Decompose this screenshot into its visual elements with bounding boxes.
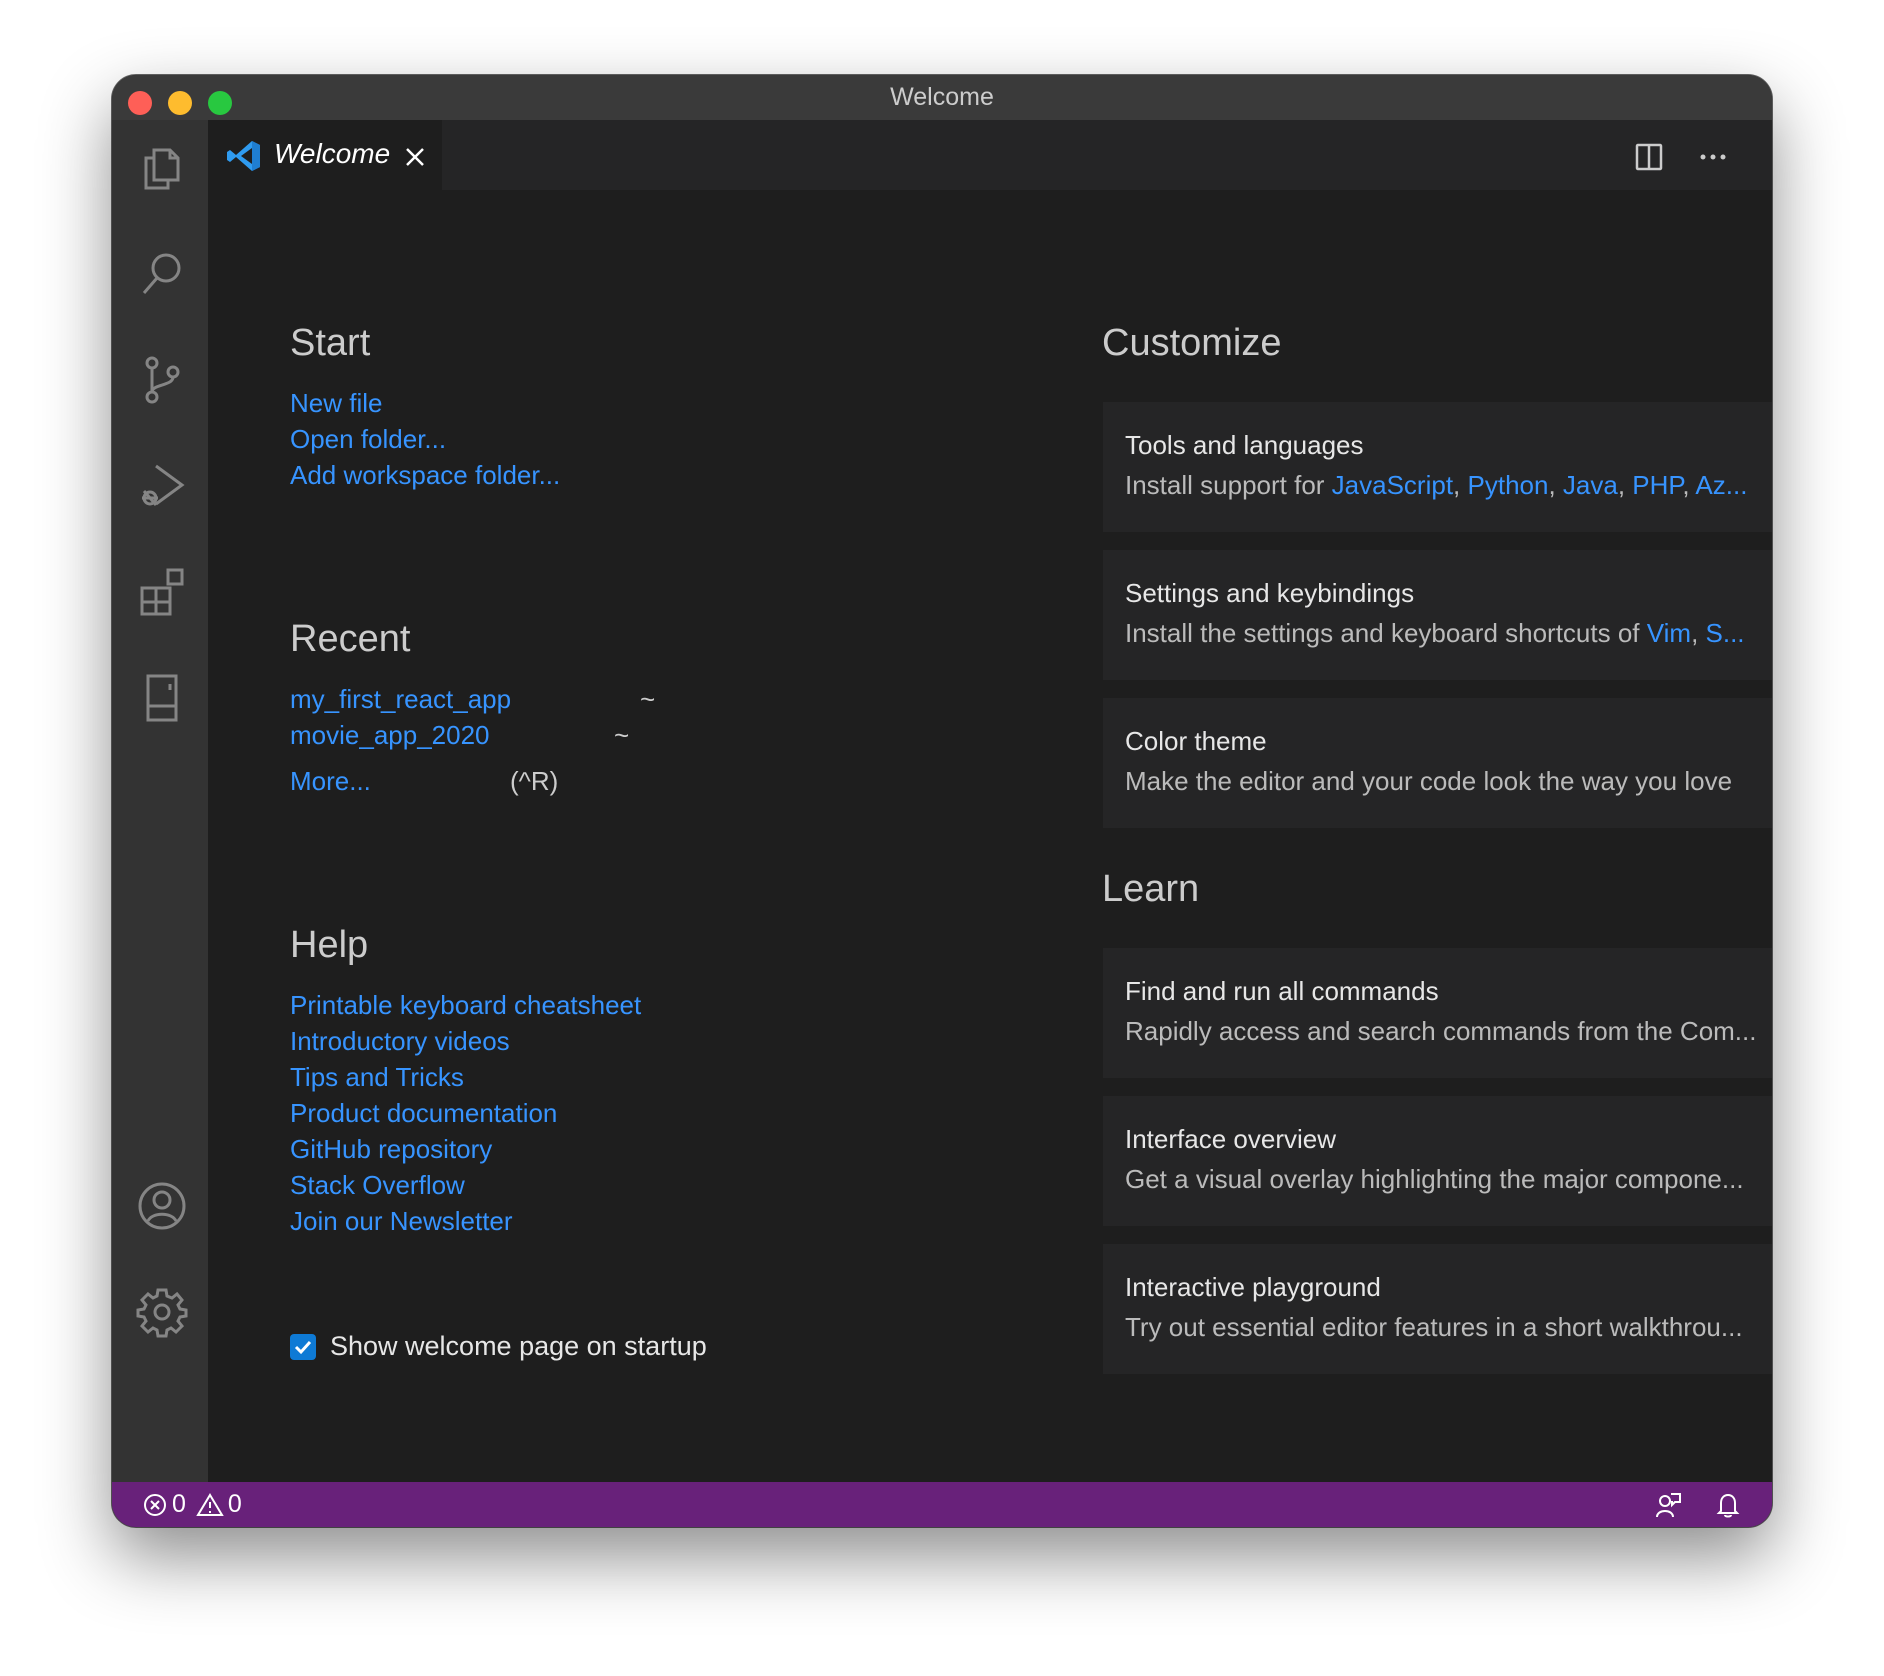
startup-checkbox[interactable]: [290, 1333, 316, 1360]
sublime-link[interactable]: S...: [1706, 618, 1745, 648]
recent-item-link[interactable]: my_first_react_app: [290, 684, 511, 715]
card-title: Interface overview: [1125, 1124, 1336, 1154]
extensions-button[interactable]: [136, 566, 188, 618]
search-icon: [142, 253, 181, 294]
close-window-button[interactable]: [128, 91, 152, 115]
activity-bar: [112, 120, 208, 1482]
startup-checkbox-label: Show welcome page on startup: [330, 1331, 707, 1361]
feedback-icon[interactable]: [1654, 1491, 1682, 1519]
learn-card-playground[interactable]: Interactive playground Try out essential…: [1103, 1244, 1772, 1374]
account-icon: [138, 1182, 186, 1230]
check-icon: [294, 1340, 312, 1354]
customize-card-tools[interactable]: Tools and languages Install support for …: [1103, 402, 1772, 532]
card-description: Try out essential editor features in a s…: [1125, 1312, 1743, 1342]
error-icon: [144, 1493, 166, 1516]
welcome-page: Start New file Open folder... Add worksp…: [208, 190, 1772, 1482]
help-link-videos[interactable]: Introductory videos: [290, 1026, 510, 1057]
minimize-window-button[interactable]: [168, 91, 192, 115]
help-link-cheatsheet[interactable]: Printable keyboard cheatsheet: [290, 990, 641, 1021]
source-control-icon: [145, 356, 180, 404]
learn-card-commands[interactable]: Find and run all commands Rapidly access…: [1103, 948, 1772, 1078]
card-title: Settings and keybindings: [1125, 578, 1415, 608]
files-icon: [144, 148, 180, 190]
recent-item-link[interactable]: movie_app_2020: [290, 720, 490, 751]
vscode-logo-icon: [227, 141, 260, 171]
problems-status[interactable]: 0 0: [142, 1490, 242, 1519]
vim-link[interactable]: Vim: [1647, 618, 1691, 648]
help-heading: Help: [290, 924, 369, 966]
help-link-stackoverflow[interactable]: Stack Overflow: [290, 1170, 465, 1201]
learn-card-interface[interactable]: Interface overview Get a visual overlay …: [1103, 1096, 1772, 1226]
help-link-newsletter[interactable]: Join our Newsletter: [290, 1206, 513, 1237]
open-folder-link[interactable]: Open folder...: [290, 424, 446, 455]
card-description: Make the editor and your code look the w…: [1125, 766, 1733, 796]
tab-label: Welcome: [274, 138, 391, 169]
recent-item-path: ~: [614, 720, 630, 750]
run-debug-button[interactable]: [136, 460, 188, 512]
help-link-docs[interactable]: Product documentation: [290, 1098, 557, 1129]
azure-link[interactable]: Az...: [1695, 470, 1747, 500]
card-desc-text: Install the settings and keyboard shortc…: [1125, 618, 1647, 648]
help-link-github[interactable]: GitHub repository: [290, 1134, 492, 1165]
python-link[interactable]: Python: [1468, 470, 1549, 500]
vscode-window: Welcome Welcome Start New file Open fold…: [112, 75, 1772, 1527]
explorer-button[interactable]: [136, 142, 188, 194]
source-control-button[interactable]: [136, 354, 188, 406]
card-title: Tools and languages: [1125, 430, 1364, 460]
card-description: Install the settings and keyboard shortc…: [1125, 618, 1745, 648]
error-count: 0: [172, 1490, 186, 1518]
more-recent-shortcut: (^R): [510, 766, 559, 796]
help-link-tips[interactable]: Tips and Tricks: [290, 1062, 464, 1093]
card-description: Rapidly access and search commands from …: [1125, 1016, 1757, 1046]
remote-explorer-button[interactable]: [136, 672, 188, 724]
remote-explorer-icon: [146, 674, 178, 722]
status-bar: 0 0: [112, 1482, 1772, 1527]
start-heading: Start: [290, 322, 371, 364]
recent-item-path: ~: [640, 684, 656, 714]
add-workspace-folder-link[interactable]: Add workspace folder...: [290, 460, 560, 491]
settings-gear-icon: [136, 1288, 188, 1338]
more-actions-icon[interactable]: [1698, 142, 1728, 172]
title-bar: Welcome: [112, 75, 1772, 120]
learn-heading: Learn: [1102, 868, 1200, 910]
customize-card-color-theme[interactable]: Color theme Make the editor and your cod…: [1103, 698, 1772, 828]
customize-card-settings[interactable]: Settings and keybindings Install the set…: [1103, 550, 1772, 680]
accounts-button[interactable]: [136, 1180, 188, 1232]
card-title: Interactive playground: [1125, 1272, 1381, 1302]
recent-heading: Recent: [290, 618, 411, 660]
java-link[interactable]: Java: [1563, 470, 1618, 500]
card-title: Color theme: [1125, 726, 1267, 756]
card-desc-text: Install support for: [1125, 470, 1332, 500]
notifications-bell-icon[interactable]: [1714, 1491, 1742, 1519]
card-title: Find and run all commands: [1125, 976, 1439, 1006]
warning-icon: [196, 1492, 224, 1516]
card-description: Install support for JavaScript, Python, …: [1125, 470, 1748, 500]
run-debug-icon: [142, 464, 185, 506]
new-file-link[interactable]: New file: [290, 388, 382, 419]
zoom-window-button[interactable]: [208, 91, 232, 115]
javascript-link[interactable]: JavaScript: [1332, 470, 1453, 500]
tab-welcome[interactable]: Welcome: [208, 120, 442, 190]
php-link[interactable]: PHP: [1632, 470, 1682, 500]
startup-checkbox-row[interactable]: Show welcome page on startup: [290, 1331, 707, 1362]
tab-bar: Welcome: [208, 120, 1772, 190]
card-description: Get a visual overlay highlighting the ma…: [1125, 1164, 1744, 1194]
close-icon[interactable]: [404, 146, 426, 168]
search-button[interactable]: [136, 248, 188, 300]
split-editor-icon[interactable]: [1634, 142, 1664, 172]
more-recent-link[interactable]: More...: [290, 766, 371, 797]
customize-heading: Customize: [1102, 322, 1282, 364]
manage-button[interactable]: [136, 1286, 188, 1338]
window-title: Welcome: [890, 83, 994, 111]
warning-count: 0: [227, 1490, 242, 1518]
extensions-icon: [140, 568, 184, 616]
